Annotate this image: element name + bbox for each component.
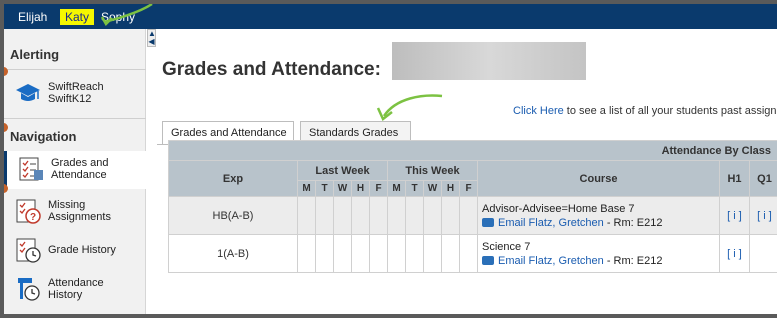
grade-history-label: Grade History	[48, 244, 116, 256]
attendance-cell	[387, 234, 406, 273]
attendance-cell	[423, 196, 442, 235]
attendance-by-class-header: Attendance By Class	[168, 140, 777, 161]
room-text: - Rm: E212	[603, 216, 663, 229]
exp-cell: HB(A-B)	[168, 196, 298, 235]
h1-info-link[interactable]: [ i ]	[719, 234, 750, 273]
day-header: W	[423, 180, 442, 197]
alerting-heading: Alerting	[10, 47, 60, 62]
swiftreach-label: SwiftReach SwiftK12	[48, 81, 138, 105]
collapse-sidebar-button[interactable]: ▲ ◀	[147, 29, 156, 47]
email-icon	[482, 217, 494, 227]
course-cell: Advisor-Advisee=Home Base 7 Email Flatz,…	[477, 196, 720, 235]
table-row: 1(A-B) Science 7 Email Flatz, Gretchen -…	[168, 234, 777, 273]
day-header: M	[297, 180, 316, 197]
exp-cell: 1(A-B)	[168, 234, 298, 273]
label-line-1: Grades and	[51, 157, 109, 169]
divider	[4, 118, 146, 119]
grade-history-icon	[16, 238, 41, 263]
attendance-cell	[369, 234, 388, 273]
attendance-cell	[459, 196, 478, 235]
day-header: W	[333, 180, 352, 197]
app-frame: Elijah Katy Sophy Alerting SwiftReach Swi…	[4, 4, 777, 314]
student-tab-elijah[interactable]: Elijah	[13, 9, 52, 25]
attendance-history-icon	[18, 278, 40, 301]
attendance-cell	[297, 196, 316, 235]
green-arrow-annotation	[100, 4, 153, 27]
day-header: F	[369, 180, 388, 197]
attendance-cell	[333, 196, 352, 235]
q1-info-link[interactable]: [ i ]	[749, 196, 777, 235]
checklist-icon	[19, 157, 43, 181]
attendance-cell	[405, 234, 424, 273]
sidebar-item-swiftreach[interactable]: SwiftReach SwiftK12	[4, 75, 146, 113]
attendance-cell	[351, 196, 370, 235]
attendance-cell	[315, 196, 334, 235]
attendance-cell	[369, 196, 388, 235]
attendance-cell	[333, 234, 352, 273]
attendance-cell	[441, 196, 460, 235]
email-teacher-link[interactable]: Email Flatz, Gretchen	[498, 217, 604, 229]
attendance-cell	[441, 234, 460, 273]
day-header: T	[405, 180, 424, 197]
attendance-cell	[351, 234, 370, 273]
attendance-history-label: Attendance History	[48, 277, 138, 301]
email-line: Email Flatz, Gretchen - Rm: E212	[482, 255, 719, 267]
label-line-2: Attendance	[51, 169, 107, 181]
attendance-table: Attendance By Class Exp Last Week This W…	[168, 140, 777, 273]
attendance-cell	[297, 234, 316, 273]
past-assignments-note: Click Here to see a list of all your stu…	[513, 105, 777, 117]
swiftreach-line-2: SwiftK12	[48, 93, 92, 105]
redacted-student-name	[392, 42, 586, 80]
student-tab-katy[interactable]: Katy	[60, 9, 95, 25]
last-week-header: Last Week	[297, 160, 388, 181]
attendance-cell	[405, 196, 424, 235]
room-text: - Rm: E212	[603, 254, 663, 267]
navigation-heading: Navigation	[10, 129, 77, 144]
h1-header: H1	[719, 160, 750, 197]
day-header: M	[387, 180, 406, 197]
label-line-2: Assignments	[48, 211, 111, 223]
page-title: Grades and Attendance:	[162, 59, 381, 80]
swiftreach-line-1: SwiftReach	[48, 81, 104, 93]
this-week-header: This Week	[387, 160, 478, 181]
svg-text:?: ?	[30, 212, 36, 223]
attendance-cell	[315, 234, 334, 273]
q1-info-link[interactable]	[749, 234, 777, 273]
h1-info-link[interactable]: [ i ]	[719, 196, 750, 235]
email-line: Email Flatz, Gretchen - Rm: E212	[482, 217, 719, 229]
email-icon	[482, 255, 494, 265]
course-name: Advisor-Advisee=Home Base 7	[482, 202, 635, 215]
missing-assignments-label: Missing Assignments	[48, 199, 138, 223]
label-line-2: History	[48, 289, 83, 301]
sidebar-item-missing-assignments[interactable]: ? Missing Assignments	[4, 193, 146, 231]
day-header: T	[315, 180, 334, 197]
course-cell: Science 7 Email Flatz, Gretchen - Rm: E2…	[477, 234, 720, 273]
note-text: to see a list of all your students past …	[563, 105, 777, 117]
attendance-cell	[459, 234, 478, 273]
graduation-cap-icon	[16, 84, 40, 101]
day-header: H	[351, 180, 370, 197]
day-header: F	[459, 180, 478, 197]
attendance-cell	[387, 196, 406, 235]
missing-assignments-icon: ?	[16, 199, 41, 224]
q1-header: Q1	[749, 160, 777, 197]
table-row: HB(A-B) Advisor-Advisee=Home Base 7 Emai…	[168, 196, 777, 235]
click-here-link[interactable]: Click Here	[513, 105, 564, 117]
sidebar-item-grade-history[interactable]: Grade History	[4, 232, 146, 270]
label-line-1: Attendance	[48, 277, 104, 289]
course-name: Science 7	[482, 240, 531, 253]
sidebar-item-attendance-history[interactable]: Attendance History	[4, 271, 146, 309]
sidebar-item-grades-attendance[interactable]: Grades and Attendance	[4, 151, 146, 189]
green-arrow-annotation	[376, 94, 443, 121]
label-line-1: Missing	[48, 199, 86, 211]
divider	[4, 69, 146, 70]
attendance-grid: Attendance By Class Exp Last Week This W…	[168, 140, 777, 290]
email-teacher-link[interactable]: Email Flatz, Gretchen	[498, 255, 604, 267]
sidebar: Alerting SwiftReach SwiftK12 Navigation G…	[4, 29, 146, 314]
grades-attendance-label: Grades and Attendance	[51, 157, 141, 181]
exp-header: Exp	[168, 160, 298, 197]
attendance-cell	[423, 234, 442, 273]
course-header: Course	[477, 160, 720, 197]
day-header: H	[441, 180, 460, 197]
